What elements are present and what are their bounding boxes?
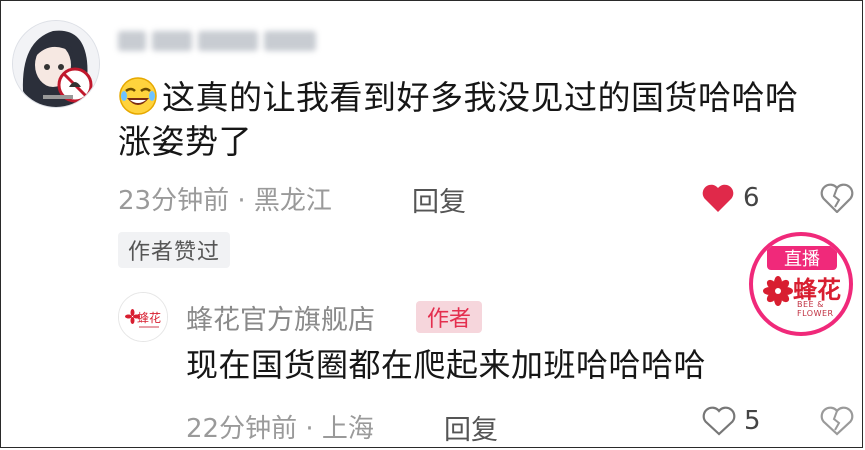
- reply-text: 现在国货圈都在爬起来加班哈哈哈哈: [186, 346, 707, 384]
- meta-separator: ·: [237, 186, 246, 216]
- comment-text-line-2: 涨姿势了: [118, 122, 252, 161]
- comment-text-line-1: 这真的让我看到好多我没见过的国货哈哈哈: [118, 76, 799, 120]
- anime-avatar-icon: [13, 21, 99, 107]
- reply-logo-text: 蜂花: [137, 310, 161, 325]
- bee-flower-logo-icon: [763, 276, 793, 306]
- comment-text: 这真的让我看到好多我没见过的国货哈哈哈: [162, 78, 799, 117]
- broken-heart-icon: [820, 406, 854, 436]
- live-stream-badge[interactable]: 直播 蜂花 BEE & FLOWER: [749, 232, 853, 336]
- comment-meta: 23分钟前 · 黑龙江: [118, 180, 332, 217]
- author-liked-tag: 作者赞过: [118, 232, 230, 268]
- live-brand-sub: BEE & FLOWER: [797, 300, 834, 318]
- commenter-username-blurred[interactable]: [118, 30, 328, 56]
- bee-flower-logo-icon: 蜂花: [119, 293, 167, 341]
- reply-time: 22分钟前: [186, 414, 298, 444]
- heart-outline-icon: [702, 406, 736, 436]
- reply-dislike-button[interactable]: [820, 406, 854, 440]
- reply-like-button[interactable]: 5: [702, 406, 761, 436]
- comment-reply-button[interactable]: 回复: [412, 180, 466, 219]
- reply-author-name[interactable]: 蜂花官方旗舰店: [186, 298, 375, 337]
- reply-meta: 22分钟前 · 上海: [186, 408, 374, 445]
- comment-like-button[interactable]: 6: [701, 183, 760, 213]
- live-label: 直播: [767, 246, 837, 270]
- reply-location: 上海: [321, 414, 374, 444]
- comment-like-count: 6: [743, 183, 760, 213]
- comment-location: 黑龙江: [253, 186, 332, 216]
- comment-time: 23分钟前: [118, 186, 230, 216]
- heart-filled-icon: [702, 184, 734, 212]
- reply-like-count: 5: [744, 406, 761, 436]
- broken-heart-icon: [820, 183, 854, 214]
- laughing-emoji-icon: [119, 77, 157, 115]
- reply-avatar[interactable]: 蜂花: [118, 292, 168, 342]
- author-tag: 作者: [416, 301, 482, 333]
- reply-reply-button[interactable]: 回复: [444, 408, 498, 447]
- commenter-avatar[interactable]: [12, 20, 100, 108]
- comment-dislike-button[interactable]: [820, 183, 854, 217]
- meta-separator: ·: [305, 414, 314, 444]
